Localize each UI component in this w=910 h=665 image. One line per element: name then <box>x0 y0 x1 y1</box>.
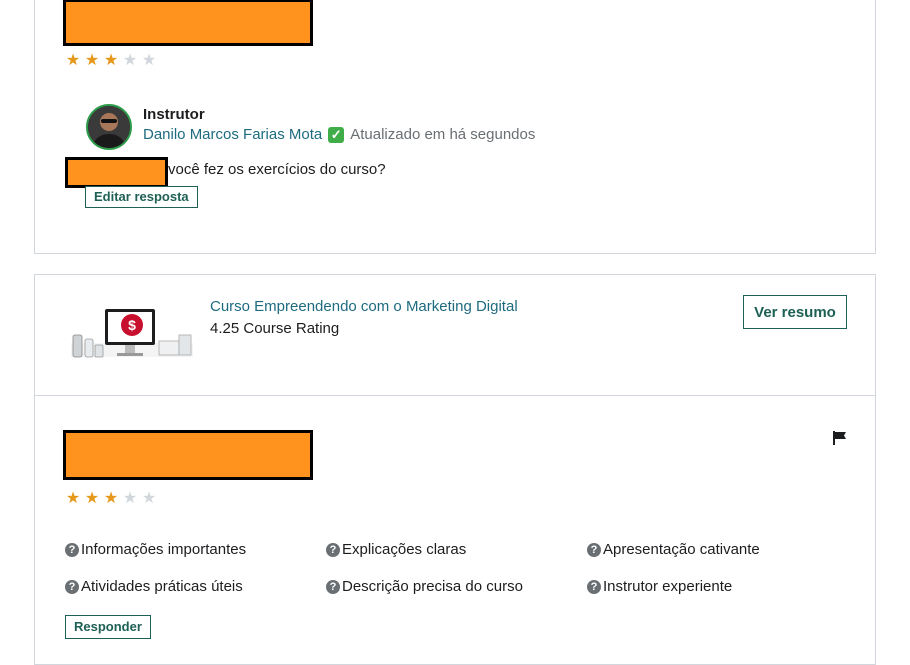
question-icon: ? <box>587 579 601 594</box>
redacted-mention <box>65 157 168 188</box>
review-tag-label: Explicações claras <box>342 541 467 558</box>
review-tag-label: Informações importantes <box>81 541 247 558</box>
course-card: $ Curso Empreendendo com o Marketing Dig… <box>34 274 876 396</box>
reply-button[interactable]: Responder <box>65 615 151 639</box>
verified-check-icon: ✓ <box>328 126 345 143</box>
view-summary-button[interactable]: Ver resumo <box>743 295 847 329</box>
review-tag-label: Apresentação cativante <box>603 541 760 558</box>
review-tag[interactable]: ? Descrição precisa do curso <box>326 578 523 595</box>
question-icon: ? <box>326 579 340 594</box>
star-filled-icon: ★ <box>65 52 81 69</box>
review-tag-label: Atividades práticas úteis <box>81 578 243 595</box>
star-filled-icon: ★ <box>84 52 100 69</box>
star-filled-icon: ★ <box>103 52 119 69</box>
review-tag[interactable]: ? Informações importantes <box>65 541 246 558</box>
course-rating: 4.25 Course Rating <box>210 320 340 337</box>
redacted-reviewer-name <box>63 430 313 480</box>
star-filled-icon: ★ <box>103 490 119 507</box>
instructor-avatar <box>86 104 132 150</box>
review-tag-label: Instrutor experiente <box>603 578 733 595</box>
dollar-sign-icon: $ <box>121 314 143 336</box>
star-empty-icon: ★ <box>141 52 157 69</box>
review-tag[interactable]: ? Explicações claras <box>326 541 466 558</box>
instructor-label: Instrutor <box>143 106 205 123</box>
star-filled-icon: ★ <box>65 490 81 507</box>
review-tag[interactable]: ? Apresentação cativante <box>587 541 760 558</box>
instructor-name-link[interactable]: Danilo Marcos Farias Mota <box>143 126 322 143</box>
question-icon: ? <box>326 542 340 557</box>
edit-response-button[interactable]: Editar resposta <box>85 186 198 208</box>
flag-icon[interactable] <box>832 430 848 446</box>
star-filled-icon: ★ <box>84 490 100 507</box>
question-icon: ? <box>65 579 79 594</box>
review-card-1: ★ ★ ★ ★ ★ Instrutor Danilo Marcos Farias… <box>34 0 876 254</box>
question-icon: ? <box>65 542 79 557</box>
review-tag-label: Descrição precisa do curso <box>342 578 523 595</box>
course-thumbnail: $ <box>67 305 197 361</box>
question-icon: ? <box>587 542 601 557</box>
review-tag[interactable]: ? Atividades práticas úteis <box>65 578 243 595</box>
star-empty-icon: ★ <box>141 490 157 507</box>
course-title-link[interactable]: Curso Empreendendo com o Marketing Digit… <box>210 298 518 315</box>
rating-stars: ★ ★ ★ ★ ★ <box>65 491 157 507</box>
star-empty-icon: ★ <box>122 52 138 69</box>
response-text: você fez os exercícios do curso? <box>168 161 386 178</box>
review-tag[interactable]: ? Instrutor experiente <box>587 578 732 595</box>
redacted-reviewer-name <box>63 0 313 46</box>
review-card-2: ★ ★ ★ ★ ★ ? Informações importantes ? Ex… <box>34 395 876 665</box>
updated-timestamp: Atualizado em há segundos <box>350 126 536 143</box>
star-empty-icon: ★ <box>122 490 138 507</box>
rating-stars: ★ ★ ★ ★ ★ <box>65 53 157 69</box>
